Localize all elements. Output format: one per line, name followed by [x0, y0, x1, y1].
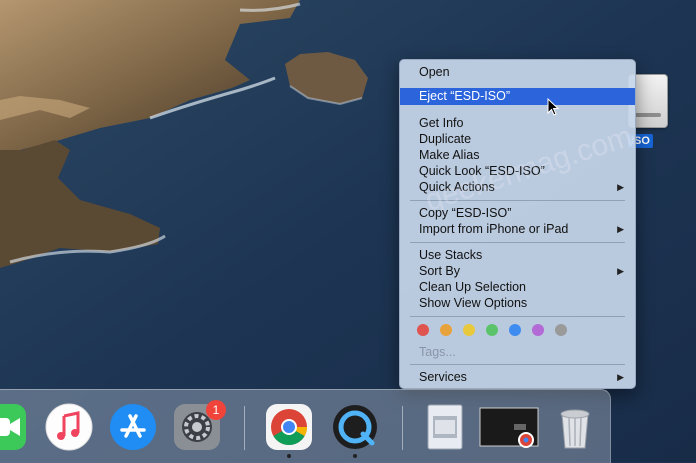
dock: 1	[0, 389, 611, 463]
menu-item-label: Quick Look “ESD-ISO”	[419, 164, 545, 178]
menu-item-tags[interactable]: Tags...	[400, 344, 635, 360]
document-icon[interactable]	[420, 402, 470, 452]
menu-item-label: Get Info	[419, 116, 464, 130]
menu-item-label: Use Stacks	[419, 248, 483, 262]
submenu-arrow-icon: ▶	[617, 266, 624, 276]
menu-item-label: Eject “ESD-ISO”	[419, 89, 510, 103]
menu-item-eject[interactable]: Eject “ESD-ISO”	[400, 88, 635, 105]
menu-item-quick-actions[interactable]: Quick Actions ▶	[400, 179, 635, 195]
menu-item-label: Quick Actions	[419, 180, 495, 194]
menu-separator	[410, 200, 625, 201]
mouse-cursor-icon	[547, 98, 559, 116]
tag-color-dot[interactable]	[417, 324, 429, 336]
menu-separator	[410, 364, 625, 365]
submenu-arrow-icon: ▶	[617, 224, 624, 234]
submenu-arrow-icon: ▶	[617, 372, 624, 382]
menu-item-label: Duplicate	[419, 132, 472, 146]
menu-item-label: Clean Up Selection	[419, 280, 527, 294]
menu-item-import-iphone[interactable]: Import from iPhone or iPad ▶	[400, 221, 635, 237]
menu-item-label: Import from iPhone or iPad	[419, 222, 569, 236]
menu-separator	[410, 242, 625, 243]
menu-item-label: Make Alias	[419, 148, 480, 162]
screenshot-thumbnail[interactable]	[478, 402, 540, 452]
running-indicator	[287, 454, 291, 458]
menu-item-sort-by[interactable]: Sort By ▶	[400, 263, 635, 279]
menu-item-open[interactable]: Open	[400, 64, 635, 80]
running-indicator	[353, 454, 357, 458]
menu-item-services[interactable]: Services ▶	[400, 369, 635, 385]
menu-item-label: Services	[419, 370, 467, 384]
menu-item-label: Show View Options	[419, 296, 528, 310]
tag-color-dot[interactable]	[532, 324, 544, 336]
tag-color-dot[interactable]	[555, 324, 567, 336]
dock-divider	[244, 406, 245, 450]
menu-separator	[410, 316, 625, 317]
menu-item-make-alias[interactable]: Make Alias	[400, 147, 635, 163]
menu-item-quick-look[interactable]: Quick Look “ESD-ISO”	[400, 163, 635, 179]
chrome-icon[interactable]	[264, 402, 314, 452]
menu-item-copy[interactable]: Copy “ESD-ISO”	[400, 205, 635, 221]
menu-item-label: Tags...	[419, 345, 456, 359]
menu-item-duplicate[interactable]: Duplicate	[400, 131, 635, 147]
context-menu: Open Eject “ESD-ISO” Get Info Duplicate …	[399, 59, 636, 389]
tag-color-dot[interactable]	[486, 324, 498, 336]
quicktime-icon[interactable]	[330, 402, 380, 452]
menu-item-use-stacks[interactable]: Use Stacks	[400, 247, 635, 263]
tag-color-dot[interactable]	[463, 324, 475, 336]
menu-item-show-view-options[interactable]: Show View Options	[400, 295, 635, 311]
menu-item-clean-up[interactable]: Clean Up Selection	[400, 279, 635, 295]
tag-color-dot[interactable]	[440, 324, 452, 336]
submenu-arrow-icon: ▶	[617, 182, 624, 192]
tag-color-dot[interactable]	[509, 324, 521, 336]
menu-item-label: Copy “ESD-ISO”	[419, 206, 512, 220]
menu-item-label: Open	[419, 65, 450, 79]
menu-item-label: Sort By	[419, 264, 460, 278]
menu-item-get-info[interactable]: Get Info	[400, 115, 635, 131]
trash-icon[interactable]	[550, 402, 600, 452]
music-icon[interactable]	[44, 402, 94, 452]
dock-divider	[402, 406, 403, 450]
facetime-icon[interactable]	[0, 402, 28, 452]
notification-badge: 1	[206, 400, 226, 420]
app-store-icon[interactable]	[108, 402, 158, 452]
